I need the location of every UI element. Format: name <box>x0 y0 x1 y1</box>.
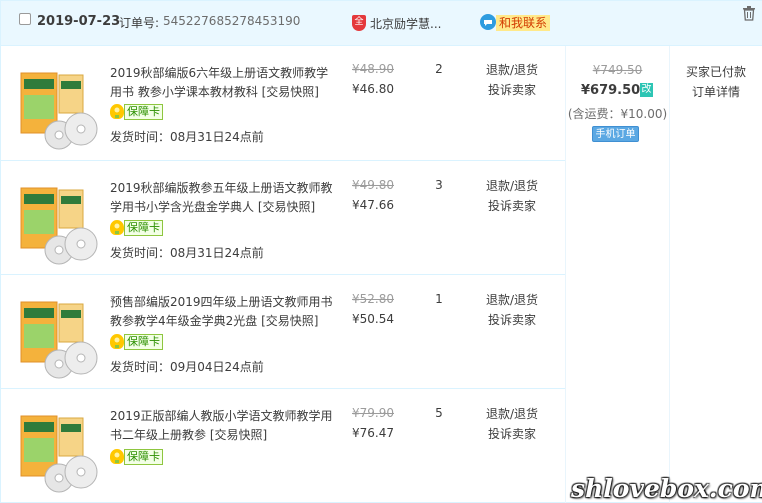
original-price: ¥48.90 <box>352 62 394 76</box>
unit-price: ¥76.47 <box>352 426 394 440</box>
product-title-link[interactable]: 2019正版部编人教版小学语文教师教学用书二年级上册教参 [交易快照] <box>110 407 336 445</box>
order-item: 2019正版部编人教版小学语文教师教学用书二年级上册教参 [交易快照] 保障卡 … <box>1 389 565 503</box>
guarantee-label: 保障卡 <box>124 449 163 465</box>
order-header: 2019-07-23 订单号: 545227685278453190 全 北京励… <box>1 1 762 46</box>
complain-link[interactable]: 投诉卖家 <box>481 424 543 444</box>
column-divider <box>669 46 670 503</box>
total-original-price: ¥749.50 <box>592 63 643 77</box>
guarantee-icon <box>110 220 124 235</box>
ship-time: 发货时间：08月31日24点前 <box>110 130 264 144</box>
unit-price: ¥50.54 <box>352 312 394 326</box>
unit-price: ¥46.80 <box>352 82 394 96</box>
guarantee-icon <box>110 449 124 464</box>
original-price: ¥52.80 <box>352 292 394 306</box>
original-price: ¥49.80 <box>352 178 394 192</box>
unit-price: ¥47.66 <box>352 198 394 212</box>
order-item: 2019秋部编版6六年级上册语文教师教学用书 教参小学课本教材教科 [交易快照]… <box>1 46 565 161</box>
guarantee-label: 保障卡 <box>124 220 163 236</box>
original-price: ¥79.90 <box>352 406 394 420</box>
chat-icon <box>480 14 496 30</box>
postage-note: (含运费：¥10.00) <box>567 107 668 121</box>
complain-link[interactable]: 投诉卖家 <box>481 196 543 216</box>
price-modified-tag: 改 <box>640 83 653 97</box>
order-date: 2019-07-23 <box>37 14 121 29</box>
product-thumbnail[interactable] <box>19 184 101 266</box>
shop-badge-icon: 全 <box>352 15 366 31</box>
product-title-link[interactable]: 2019秋部编版6六年级上册语文教师教学用书 教参小学课本教材教科 [交易快照] <box>110 64 336 102</box>
shop-name-link[interactable]: 北京励学慧... <box>370 15 441 32</box>
order-number-label: 订单号: <box>119 16 160 30</box>
complain-link[interactable]: 投诉卖家 <box>481 310 543 330</box>
guarantee-icon <box>110 334 124 349</box>
item-quantity: 5 <box>435 406 443 420</box>
complain-link[interactable]: 投诉卖家 <box>481 80 543 100</box>
order-item: 预售部编版2019四年级上册语文教师用书教参教学4年级金学典2光盘 [交易快照]… <box>1 275 565 389</box>
guarantee-label: 保障卡 <box>124 334 163 350</box>
order-number: 545227685278453190 <box>163 14 301 28</box>
item-quantity: 1 <box>435 292 443 306</box>
order-item: 2019秋部编版教参五年级上册语文教师教学用书小学含光盘金学典人 [交易快照] … <box>1 161 565 275</box>
product-thumbnail[interactable] <box>19 69 101 151</box>
product-title-link[interactable]: 2019秋部编版教参五年级上册语文教师教学用书小学含光盘金学典人 [交易快照] <box>110 179 336 217</box>
refund-link[interactable]: 退款/退货 <box>481 60 543 80</box>
item-quantity: 2 <box>435 62 443 76</box>
refund-link[interactable]: 退款/退货 <box>481 176 543 196</box>
ship-time: 发货时间：09月04日24点前 <box>110 360 264 374</box>
delete-order-icon[interactable] <box>742 5 756 21</box>
product-thumbnail[interactable] <box>19 412 101 494</box>
contact-label: 和我联系 <box>496 15 551 31</box>
product-title-link[interactable]: 预售部编版2019四年级上册语文教师用书教参教学4年级金学典2光盘 [交易快照] <box>110 293 336 331</box>
total-price: ¥679.50 <box>581 83 641 98</box>
item-quantity: 3 <box>435 178 443 192</box>
refund-link[interactable]: 退款/退货 <box>481 404 543 424</box>
mobile-order-button[interactable]: 手机订单 <box>592 126 639 142</box>
order-select-checkbox[interactable] <box>19 13 31 25</box>
guarantee-icon <box>110 104 124 119</box>
watermark: shlovebox.com <box>571 474 762 503</box>
ship-time: 发货时间：08月31日24点前 <box>110 246 264 260</box>
order-detail-link[interactable]: 订单详情 <box>669 83 762 100</box>
refund-link[interactable]: 退款/退货 <box>481 290 543 310</box>
order-card: 2019-07-23 订单号: 545227685278453190 全 北京励… <box>0 0 762 503</box>
order-status: 买家已付款 <box>685 65 746 79</box>
guarantee-label: 保障卡 <box>124 104 163 120</box>
product-thumbnail[interactable] <box>19 298 101 380</box>
